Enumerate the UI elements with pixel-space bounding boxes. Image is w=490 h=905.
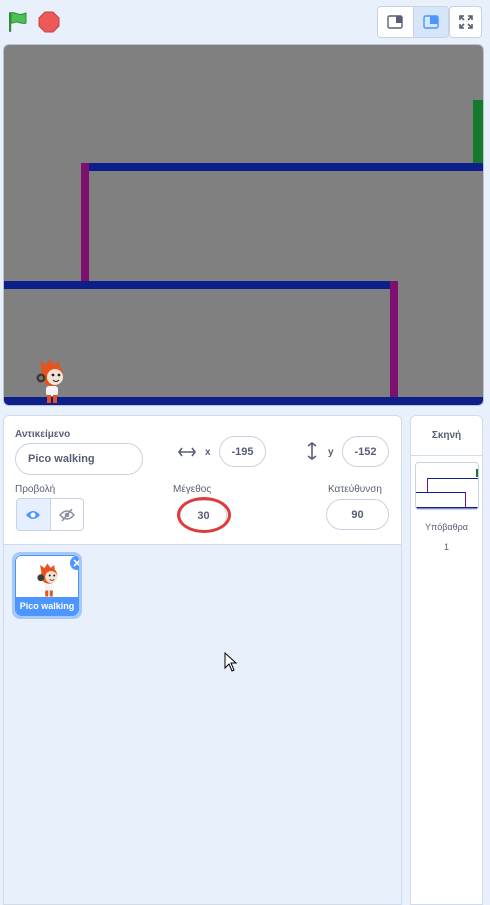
- stop-sign-icon: [38, 11, 60, 33]
- pico-sprite[interactable]: [32, 357, 72, 405]
- sprite-label: Αντικείμενο: [15, 429, 71, 440]
- small-stage-icon: [387, 15, 404, 29]
- green-flag-button[interactable]: [6, 10, 30, 34]
- close-icon: [73, 559, 79, 567]
- y-arrows-icon: [307, 442, 317, 460]
- sprite-info-panel: Αντικείμενο Pico walking x -195 y -152 Π…: [3, 415, 402, 545]
- direction-field[interactable]: 90: [326, 499, 389, 530]
- green-flag-icon: [9, 12, 27, 32]
- fullscreen-icon: [458, 15, 473, 29]
- lower-wall: [390, 281, 398, 399]
- sprite-list-pane: Pico walking: [3, 545, 402, 905]
- middle-platform: [4, 281, 396, 289]
- show-sprite-button[interactable]: [17, 499, 50, 530]
- x-position-field[interactable]: -195: [219, 436, 266, 467]
- eye-slash-icon: [59, 508, 75, 521]
- backdrops-label: Υπόβαθρα: [425, 522, 468, 532]
- ground-platform: [4, 397, 483, 405]
- y-position-field[interactable]: -152: [342, 436, 389, 467]
- backdrops-count: 1: [443, 542, 449, 552]
- sprite-tile-label: Pico walking: [16, 597, 78, 615]
- upper-platform: [81, 163, 483, 171]
- stage-size-toggle: [377, 6, 449, 38]
- x-arrows-icon: [178, 447, 196, 457]
- stop-button[interactable]: [38, 11, 60, 33]
- y-label: y: [328, 447, 334, 458]
- delete-sprite-button[interactable]: [70, 556, 79, 570]
- sprite-tile-pico-walking[interactable]: Pico walking: [12, 552, 82, 619]
- sprite-name-field[interactable]: Pico walking: [15, 443, 143, 475]
- stage-header-bar: [0, 0, 490, 44]
- hide-sprite-button[interactable]: [49, 499, 83, 530]
- show-label: Προβολή: [15, 484, 56, 495]
- goal-block: [473, 100, 483, 164]
- eye-icon: [26, 510, 41, 519]
- x-label: x: [205, 447, 211, 458]
- sprite-thumbnail: [37, 563, 58, 597]
- stage-thumbnail-image: [416, 463, 478, 509]
- size-field[interactable]: 30: [180, 500, 227, 531]
- stage-selector-panel[interactable]: Σκηνή Υπόβαθρα 1: [410, 415, 483, 905]
- direction-label: Κατεύθυνση: [328, 484, 382, 495]
- normal-stage-button[interactable]: [412, 7, 448, 37]
- stage-thumbnail[interactable]: [415, 462, 479, 510]
- upper-wall: [81, 163, 89, 283]
- stage-canvas[interactable]: [3, 44, 484, 406]
- stage-panel-title: Σκηνή: [411, 416, 482, 456]
- size-label: Μέγεθος: [173, 484, 212, 495]
- visibility-toggle: [16, 498, 84, 531]
- small-stage-button[interactable]: [378, 7, 413, 37]
- normal-stage-icon: [423, 15, 439, 29]
- fullscreen-button[interactable]: [449, 6, 482, 38]
